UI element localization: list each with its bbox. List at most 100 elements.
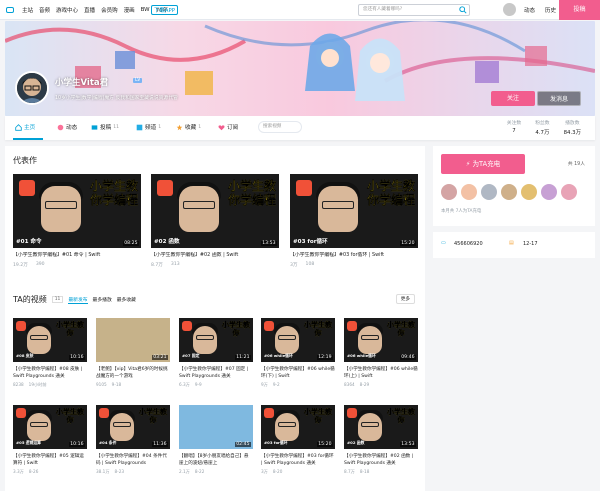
upload-date: 19小时前 — [28, 382, 47, 387]
tab-dynamics[interactable]: 动态 — [57, 123, 77, 131]
top-nav-item[interactable]: 直播 — [84, 6, 95, 14]
heart-icon — [218, 124, 225, 130]
video-thumbnail[interactable]: 小学生教你 #07 固定 11:21 — [179, 318, 253, 362]
tab-label: 投稿 — [100, 125, 112, 131]
video-thumbnail[interactable]: 小学生教你学编程 #02 函数 13:53 — [151, 174, 279, 248]
video-title[interactable]: 【小学生教你学编程】#07 固定 | Swift Playgrounds 通关 — [179, 366, 253, 380]
stat-plays: 播放数 84.3万 — [563, 121, 581, 136]
thumbnail-face — [193, 326, 217, 354]
video-card[interactable]: 小学生教你 #06 while循环 12:19 【小学生教你学编程】#06 while… — [261, 318, 335, 388]
search-icon[interactable] — [459, 6, 467, 14]
follow-button[interactable]: 关注 — [491, 91, 535, 106]
video-card[interactable]: 03:21 【老鲍】【vip】Vita君6岁的时候挑战魔方的一个游戏 9105 9-1… — [96, 318, 170, 387]
video-card[interactable]: 小学生教你 #08 皮肤 10:16 【小学生教你学编程】#08 皮肤 | Swift… — [13, 318, 87, 388]
video-card[interactable]: 小学生教你 #02 函数 13:53 【小学生教你学编程】#02 函数 | Swift… — [344, 405, 418, 475]
video-title[interactable]: 【小学生教你学编程】#02 函数 | Swift Playgrounds 通关 — [344, 453, 418, 467]
fan-avatar[interactable] — [481, 184, 497, 200]
video-thumbnail[interactable]: 03:21 — [96, 318, 170, 362]
video-duration: 15:20 — [399, 241, 416, 246]
tab-channels[interactable]: 频道 1 — [136, 123, 161, 131]
video-card[interactable]: 小学生教你 #07 固定 11:21 【小学生教你学编程】#07 固定 | Swift… — [179, 318, 253, 388]
top-nav-item[interactable]: BW — [141, 7, 150, 13]
video-title[interactable]: 【小学生教你学编程】#06 while循环(下) | Swift — [261, 366, 335, 380]
play-count: 9万 — [261, 382, 268, 387]
tab-count: 1 — [198, 124, 202, 130]
fan-avatar[interactable] — [461, 184, 477, 200]
fan-avatar[interactable] — [541, 184, 557, 200]
video-thumbnail[interactable]: 小学生教你学编程 #03 for循环 15:20 — [290, 174, 418, 248]
video-duration: 08:25 — [122, 241, 139, 246]
video-thumbnail[interactable]: 小学生教你 #02 函数 13:53 — [344, 405, 418, 449]
video-card[interactable]: 小学生教你 #03 for循环 15:20 【小学生教你学编程】#03 for循环 |… — [261, 405, 335, 475]
video-card[interactable]: 小学生教你 #04 条件 11:36 【小学生教你学编程】#04 条件代码 | Swi… — [96, 405, 170, 475]
video-card[interactable]: 小学生教你 #06 while循环 09:46 【小学生教你学编程】#06 while… — [344, 318, 418, 387]
user-avatar-small[interactable] — [503, 3, 516, 16]
more-videos-button[interactable]: 更多 — [395, 294, 415, 304]
video-title[interactable]: 【小学生教你学编程】#06 while循环(上) | Swift — [344, 366, 418, 380]
video-title[interactable]: 【小学生教你学编程】#01 命令 | Swift — [13, 252, 141, 259]
top-nav-item[interactable]: 主站 — [22, 6, 33, 14]
video-thumbnail[interactable]: 小学生教你 #06 while循环 09:46 — [344, 318, 418, 362]
tab-home[interactable]: 主页 — [15, 123, 35, 131]
tab-uploads[interactable]: 投稿 11 — [91, 123, 119, 131]
video-title[interactable]: 【小学生教你学编程】#03 for循环 | Swift Playgrounds … — [261, 453, 335, 467]
video-title[interactable]: 【小学生教你学编程】#04 条件代码 | Swift Playgrounds — [96, 453, 170, 467]
featured-video-card[interactable]: 小学生教你学编程 #01 命令 08:25 【小学生教你学编程】#01 命令 | Sw… — [13, 174, 141, 268]
sort-most-played[interactable]: 最多播放 — [93, 296, 112, 303]
sort-most-favorited[interactable]: 最多收藏 — [117, 296, 136, 303]
upload-date: 9-9 — [194, 382, 202, 387]
top-nav-item[interactable]: 会员购 — [101, 6, 118, 14]
play-count: 3万 — [261, 469, 268, 474]
swift-logo-icon — [16, 321, 26, 331]
fan-avatar[interactable] — [441, 184, 457, 200]
top-nav-item[interactable]: 游戏中心 — [56, 6, 78, 14]
search-input[interactable]: 您还有人藏着哪吗? — [358, 4, 470, 16]
video-title[interactable]: 【老鲍】【vip】Vita君6岁的时候挑战魔方的一个游戏 — [96, 366, 170, 380]
video-thumbnail[interactable]: 小学生教你 #08 皮肤 10:16 — [13, 318, 87, 362]
tab-subscriptions[interactable]: 订阅 — [218, 123, 238, 131]
featured-video-card[interactable]: 小学生教你学编程 #03 for循环 15:20 【小学生教你学编程】#03 for循… — [290, 174, 418, 268]
video-thumbnail[interactable]: 02:45 — [179, 405, 253, 449]
charge-button[interactable]: ⚡ 为TA充电 — [441, 154, 525, 174]
thumbnail-face — [27, 413, 51, 441]
thumbnail-face — [358, 413, 382, 441]
danmaku-count: 313 — [170, 262, 180, 267]
video-thumbnail[interactable]: 小学生教你 #04 条件 11:36 — [96, 405, 170, 449]
tab-favorites[interactable]: 收藏 1 — [176, 123, 201, 131]
video-thumbnail[interactable]: 小学生教你 #03 for循环 15:20 — [261, 405, 335, 449]
thumbnail-face — [179, 186, 219, 232]
swift-logo-icon — [347, 408, 357, 418]
featured-video-card[interactable]: 小学生教你学编程 #02 函数 13:53 【小学生教你学编程】#02 函数 | Sw… — [151, 174, 279, 268]
tab-count: 1 — [158, 124, 162, 130]
history-link[interactable]: 历史 — [545, 6, 556, 14]
fan-avatar[interactable] — [501, 184, 517, 200]
fan-avatar[interactable] — [561, 184, 577, 200]
video-thumbnail[interactable]: 小学生教你 #05 逻辑运算 10:16 — [13, 405, 87, 449]
sort-latest[interactable]: 最新发布 — [68, 296, 88, 304]
videos-count: 11 — [51, 296, 64, 303]
bilibili-tv-icon[interactable] — [6, 6, 14, 13]
video-thumbnail[interactable]: 小学生教你学编程 #01 命令 08:25 — [13, 174, 141, 248]
video-thumbnail[interactable]: 小学生教你 #06 while循环 12:19 — [261, 318, 335, 362]
stat-following[interactable]: 关注数 7 — [507, 119, 521, 136]
space-search-input[interactable]: 搜索视频 — [258, 121, 302, 133]
video-title[interactable]: 【小学生教你学编程】#02 函数 | Swift — [151, 252, 279, 259]
video-card[interactable]: 小学生教你 #05 逻辑运算 10:16 【小学生教你学编程】#05 逻辑运算符 | … — [13, 405, 87, 475]
profile-avatar[interactable] — [15, 71, 49, 105]
upload-date: 9-2 — [272, 382, 280, 387]
top-nav-item[interactable]: 音频 — [39, 6, 50, 14]
upload-button[interactable]: 投稿 — [559, 0, 600, 20]
video-title[interactable]: 【小学生教你学编程】#08 皮肤 | Swift Playgrounds 通关 — [13, 366, 87, 380]
play-count: 8.7万 — [344, 469, 355, 474]
video-title[interactable]: 【小学生教你学编程】#03 for循环 | Swift — [290, 252, 418, 259]
message-button[interactable]: 发消息 — [537, 91, 581, 106]
fan-avatar[interactable] — [521, 184, 537, 200]
thumbnail-caption: #02 函数 — [347, 440, 365, 445]
video-title[interactable]: 【翻唱】【8岁小朋友唱给自己】悬崖上的波妞/悬崖上 — [179, 453, 253, 467]
video-title[interactable]: 【小学生教你学编程】#05 逻辑运算符 | Swift — [13, 453, 87, 467]
dynamics-link[interactable]: 动态 — [524, 6, 535, 14]
top-nav-item[interactable]: 漫画 — [124, 6, 135, 14]
stat-followers[interactable]: 粉丝数 4.7万 — [535, 119, 549, 136]
video-card[interactable]: 02:45 【翻唱】【8岁小朋友唱给自己】悬崖上的波妞/悬崖上 2.1万 8-22 — [179, 405, 253, 475]
download-app-link[interactable]: 下载APP — [151, 5, 178, 15]
